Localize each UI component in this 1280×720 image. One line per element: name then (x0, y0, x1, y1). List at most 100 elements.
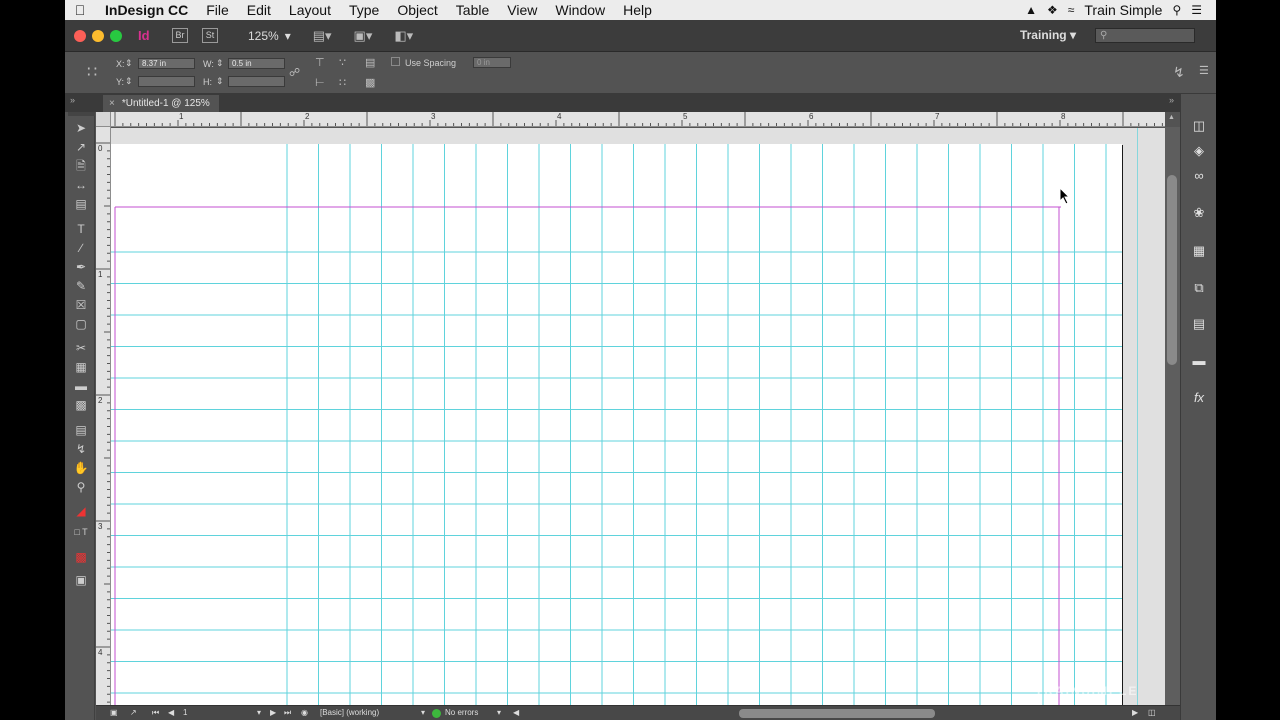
page-tool-icon[interactable]: 🗎 (72, 158, 90, 174)
collapse-tools-icon[interactable]: » (70, 95, 75, 105)
apple-icon[interactable]:  (65, 2, 95, 18)
tools-panel-grip[interactable] (68, 112, 95, 116)
close-window-button[interactable] (74, 29, 86, 42)
zoom-tool-icon[interactable]: ⚲ (72, 479, 90, 495)
line-tool-icon[interactable]: ∕ (72, 240, 90, 256)
object-styles-panel-icon[interactable]: ▤ (1190, 316, 1208, 332)
menu-app-name[interactable]: InDesign CC (95, 2, 197, 18)
vertical-ruler[interactable]: 0 1 2 3 4 (96, 127, 111, 708)
pasteboard[interactable] (111, 128, 1165, 705)
direct-selection-tool-icon[interactable]: ↗ (72, 139, 90, 155)
dropbox-icon[interactable]: ❖ (1047, 3, 1058, 17)
horizontal-ruler[interactable]: 1 2 3 4 5 6 7 8 (111, 112, 1165, 127)
notification-list-icon[interactable]: ☰ (1191, 3, 1202, 17)
eyedropper-tool-icon[interactable]: ↯ (72, 441, 90, 457)
y-stepper-icon[interactable]: ⇕ (125, 76, 133, 87)
preflight-profile-label[interactable]: [Basic] (working) (320, 708, 379, 717)
page-dropdown-icon[interactable]: ▾ (257, 708, 261, 717)
scroll-right-icon[interactable]: ▶ (1132, 708, 1138, 717)
previous-page-icon[interactable]: ◀ (168, 708, 174, 717)
x-position-field[interactable]: 8.37 in (138, 58, 195, 69)
rectangle-tool-icon[interactable]: ▢ (72, 316, 90, 332)
first-page-icon[interactable]: ⏮ (152, 708, 159, 718)
hand-tool-icon[interactable]: ✋ (72, 460, 90, 476)
effects-panel-icon[interactable]: fx (1190, 390, 1208, 406)
arrange-documents-icon[interactable]: ◧▾ (394, 28, 413, 44)
menu-help[interactable]: Help (614, 2, 661, 18)
align-vertical-center-icon[interactable]: ∵ (339, 56, 346, 69)
menu-layout[interactable]: Layout (280, 2, 340, 18)
close-tab-icon[interactable]: × (109, 98, 115, 109)
gradient-panel-icon[interactable]: ▬ (1190, 353, 1208, 369)
align-top-icon[interactable]: ⊤ (315, 56, 325, 69)
layers-panel-icon[interactable]: ◈ (1190, 143, 1208, 159)
pencil-tool-icon[interactable]: ✎ (72, 278, 90, 294)
gap-tool-icon[interactable]: ↔ (72, 177, 90, 193)
profile-dropdown-icon[interactable]: ▾ (421, 708, 425, 717)
formatting-affects-icon[interactable]: □ T (72, 524, 90, 540)
preflight-profile-icon[interactable]: ◉ (301, 708, 308, 717)
menu-edit[interactable]: Edit (238, 2, 280, 18)
pathfinder-panel-icon[interactable]: ⧉ (1190, 280, 1208, 296)
pages-panel-icon[interactable]: ◫ (1190, 118, 1208, 134)
bridge-button[interactable]: Br (172, 28, 188, 43)
distribute-spacing-icon[interactable]: ▩ (365, 76, 375, 89)
swatches-panel-icon[interactable]: ❀ (1190, 205, 1208, 221)
note-tool-icon[interactable]: ▤ (72, 422, 90, 438)
distribute-left-icon[interactable]: ⊢ (315, 76, 325, 89)
x-stepper-icon[interactable]: ⇕ (125, 58, 133, 69)
gradient-feather-tool-icon[interactable]: ▩ (72, 397, 90, 413)
reference-point-icon[interactable]: ∷ (87, 62, 97, 82)
menu-window[interactable]: Window (546, 2, 614, 18)
scissors-tool-icon[interactable]: ✂ (72, 340, 90, 356)
menu-view[interactable]: View (498, 2, 546, 18)
view-options-icon[interactable]: ▤▾ (313, 28, 332, 44)
wifi-icon[interactable]: ≈ (1068, 3, 1075, 17)
last-page-icon[interactable]: ⏭ (284, 708, 291, 718)
minimize-window-button[interactable] (92, 29, 104, 42)
align-bottom-icon[interactable]: ▤ (365, 56, 375, 69)
document-page[interactable] (111, 144, 1122, 705)
menu-object[interactable]: Object (388, 2, 446, 18)
preflight-status-label[interactable]: No errors (445, 708, 478, 717)
w-stepper-icon[interactable]: ⇕ (216, 58, 224, 69)
width-field[interactable]: 0.5 in (228, 58, 285, 69)
ruler-origin[interactable] (96, 112, 111, 127)
stock-button[interactable]: St (202, 28, 218, 43)
type-tool-icon[interactable]: T (72, 221, 90, 237)
document-tab[interactable]: × *Untitled-1 @ 125% (103, 95, 219, 112)
page-spread-icon[interactable]: ▣ (110, 708, 118, 717)
fill-stroke-swatch-icon[interactable]: ◢ (72, 503, 90, 519)
free-transform-tool-icon[interactable]: ▦ (72, 359, 90, 375)
table-panel-icon[interactable]: ▦ (1190, 243, 1208, 259)
selection-tool-icon[interactable]: ➤ (72, 120, 90, 136)
vertical-scroll-thumb[interactable] (1167, 175, 1177, 365)
spotlight-search-icon[interactable]: ⚲ (1172, 3, 1181, 17)
height-field[interactable] (228, 76, 285, 87)
next-page-icon[interactable]: ▶ (270, 708, 276, 717)
menu-file[interactable]: File (197, 2, 238, 18)
horizontal-scroll-thumb[interactable] (739, 709, 935, 718)
workspace-switcher[interactable]: Training ▾ (1020, 28, 1076, 42)
distribute-center-icon[interactable]: ∷ (339, 76, 346, 89)
panel-menu-icon[interactable]: ☰ (1199, 64, 1209, 77)
apply-none-icon[interactable]: ▩ (72, 549, 90, 565)
zoom-window-button[interactable] (110, 29, 122, 42)
scroll-up-icon[interactable]: ▲ (1168, 114, 1175, 121)
gradient-swatch-tool-icon[interactable]: ▬ (72, 378, 90, 394)
page-number-field[interactable]: 1 (183, 708, 187, 717)
rectangle-frame-tool-icon[interactable]: ☒ (72, 297, 90, 313)
spacing-value-field[interactable]: 0 in (473, 57, 511, 68)
use-spacing-checkbox[interactable] (391, 57, 400, 66)
h-stepper-icon[interactable]: ⇕ (216, 76, 224, 87)
links-panel-icon[interactable]: ∞ (1190, 168, 1208, 184)
content-collector-icon[interactable]: ▤ (72, 196, 90, 212)
open-page-icon[interactable]: ↗ (130, 708, 137, 717)
adobe-stock-search-input[interactable]: ⚲ (1095, 28, 1195, 43)
menu-table[interactable]: Table (447, 2, 498, 18)
preflight-dropdown-icon[interactable]: ▾ (497, 708, 501, 717)
scroll-left-icon[interactable]: ◀ (513, 708, 519, 717)
pen-tool-icon[interactable]: ✒ (72, 259, 90, 275)
user-name[interactable]: Train Simple (1084, 2, 1162, 18)
y-position-field[interactable] (138, 76, 195, 87)
